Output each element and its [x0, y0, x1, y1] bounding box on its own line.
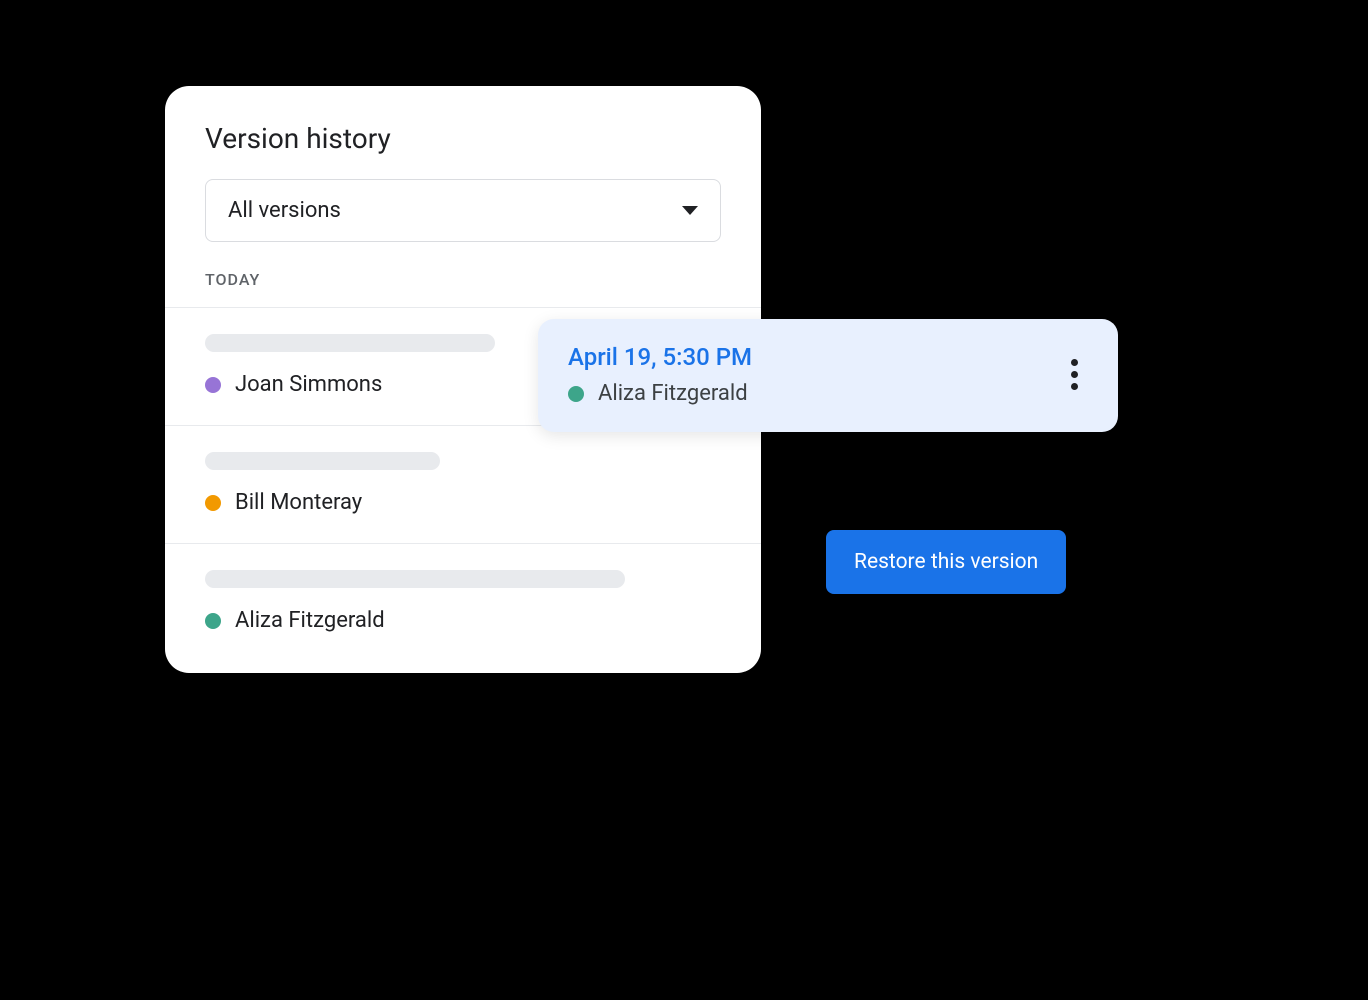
version-item[interactable]: Aliza Fitzgerald [165, 544, 761, 673]
version-callout[interactable]: April 19, 5:30 PM Aliza Fitzgerald [538, 319, 1118, 432]
author-row: Bill Monteray [205, 490, 721, 515]
panel-title: Version history [165, 122, 761, 179]
author-dot-icon [205, 377, 221, 393]
filter-selected: All versions [228, 198, 341, 223]
more-options-icon[interactable] [1061, 349, 1088, 400]
restore-button[interactable]: Restore this version [826, 530, 1066, 594]
author-dot-icon [205, 613, 221, 629]
version-item[interactable]: Bill Monteray [165, 426, 761, 544]
section-header: TODAY [165, 270, 761, 307]
author-name: Bill Monteray [235, 490, 362, 515]
callout-content: April 19, 5:30 PM Aliza Fitzgerald [568, 343, 752, 406]
placeholder-line [205, 334, 495, 352]
callout-author-name: Aliza Fitzgerald [598, 381, 748, 406]
placeholder-line [205, 570, 625, 588]
author-dot-icon [205, 495, 221, 511]
author-row: Aliza Fitzgerald [205, 608, 721, 633]
author-dot-icon [568, 386, 584, 402]
author-name: Aliza Fitzgerald [235, 608, 385, 633]
author-name: Joan Simmons [235, 372, 382, 397]
chevron-down-icon [682, 206, 698, 215]
filter-dropdown[interactable]: All versions [205, 179, 721, 242]
callout-author-row: Aliza Fitzgerald [568, 381, 752, 406]
version-timestamp: April 19, 5:30 PM [568, 343, 752, 371]
placeholder-line [205, 452, 440, 470]
